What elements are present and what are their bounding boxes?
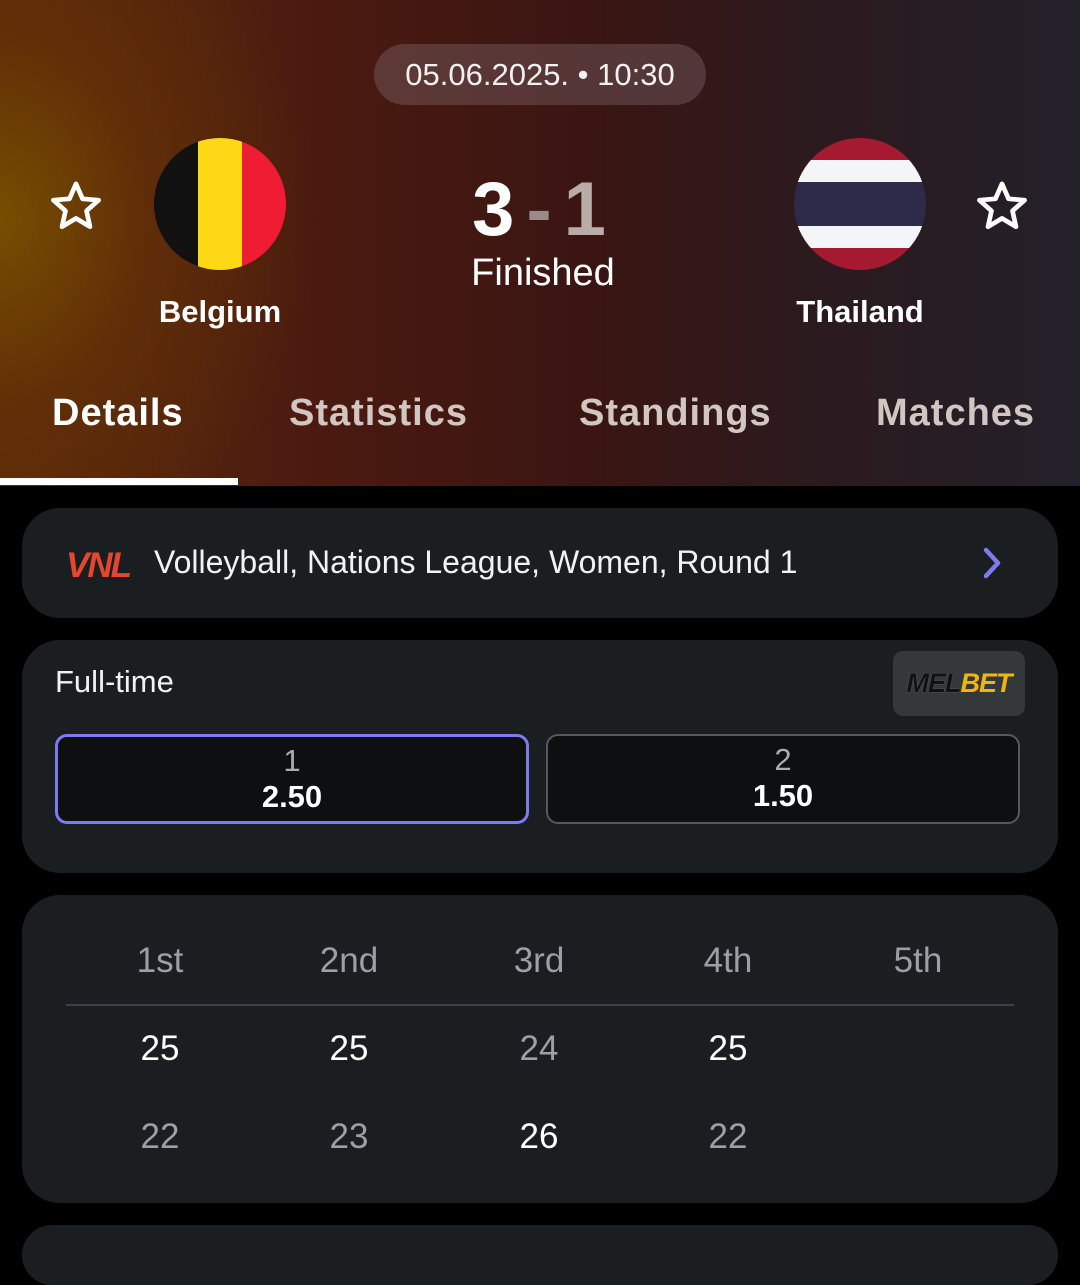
star-icon[interactable] xyxy=(974,178,1030,234)
home-set-score: 24 xyxy=(519,1029,559,1068)
away-set-score: 22 xyxy=(140,1117,180,1156)
home-score: 3 xyxy=(472,167,517,252)
home-team-name[interactable]: Belgium xyxy=(90,294,350,330)
match-status: Finished xyxy=(471,252,615,294)
set-header: 2nd xyxy=(319,941,379,980)
star-icon[interactable] xyxy=(48,178,104,234)
sets-divider xyxy=(66,1004,1014,1006)
odds-button-home[interactable]: 1 2.50 xyxy=(55,734,529,824)
bookmaker-logo-prefix: MEL xyxy=(906,668,962,698)
thailand-flag xyxy=(794,138,926,270)
odds-button-away[interactable]: 2 1.50 xyxy=(546,734,1020,824)
odds-title: Full-time xyxy=(55,664,174,699)
set-header: 5th xyxy=(893,941,943,980)
league-name: Volleyball, Nations League, Women, Round… xyxy=(154,544,798,580)
bookmaker-logo-suffix: BET xyxy=(960,668,1013,698)
bookmaker-logo[interactable]: MEL BET xyxy=(893,651,1025,716)
home-set-score: 25 xyxy=(708,1029,748,1068)
next-card xyxy=(22,1225,1058,1285)
tab-statistics[interactable]: Statistics xyxy=(289,392,468,435)
set-header: 3rd xyxy=(513,941,565,980)
active-tab-indicator xyxy=(0,478,238,485)
odds-card: Full-time MEL BET 1 2.50 2 1.50 xyxy=(22,640,1058,873)
league-row[interactable]: VNL Volleyball, Nations League, Women, R… xyxy=(22,508,1058,618)
set-scores-card: 1st 2nd 3rd 4th 5th 25 25 24 25 22 23 26… xyxy=(22,895,1058,1203)
score-separator: - xyxy=(526,167,554,252)
set-header: 1st xyxy=(136,941,184,980)
away-set-score: 23 xyxy=(329,1117,369,1156)
tab-details[interactable]: Details xyxy=(52,392,184,435)
set-header: 4th xyxy=(703,941,753,980)
match-header: 05.06.2025. • 10:30 Belgium 3-1 Finished… xyxy=(0,0,1080,486)
match-datetime: 05.06.2025. • 10:30 xyxy=(374,44,706,105)
tab-matches[interactable]: Matches xyxy=(876,392,1035,435)
away-set-score: 22 xyxy=(708,1117,748,1156)
odds-value: 1.50 xyxy=(752,778,814,813)
home-set-score: 25 xyxy=(140,1029,180,1068)
odds-value: 2.50 xyxy=(261,779,323,814)
tab-standings[interactable]: Standings xyxy=(579,392,772,435)
away-team-name[interactable]: Thailand xyxy=(730,294,990,330)
tab-bar: Details Statistics Standings Matches xyxy=(0,392,1080,452)
belgium-flag xyxy=(154,138,286,270)
odds-label: 2 xyxy=(774,742,792,777)
chevron-right-icon[interactable] xyxy=(980,545,1004,581)
away-score: 1 xyxy=(563,167,608,252)
home-set-score: 25 xyxy=(329,1029,369,1068)
away-set-score: 26 xyxy=(519,1117,559,1156)
vnl-logo: VNL xyxy=(66,546,132,585)
odds-label: 1 xyxy=(283,743,301,778)
match-score: 3-1 xyxy=(440,166,640,253)
